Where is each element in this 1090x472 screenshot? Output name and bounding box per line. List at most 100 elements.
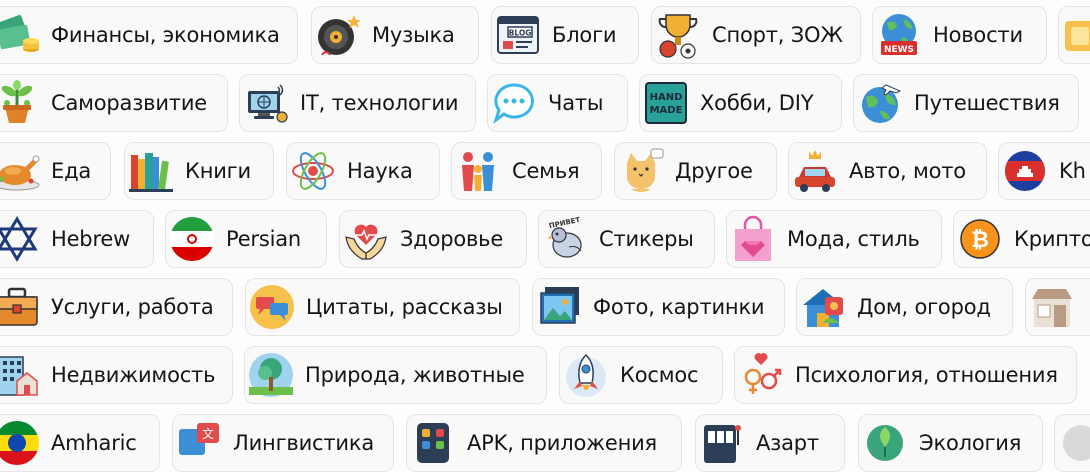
shopping-bag-diamond-icon bbox=[727, 213, 779, 265]
category-label: Цитаты, рассказы bbox=[306, 295, 503, 319]
plant-pot-icon bbox=[0, 77, 43, 129]
category-sport[interactable]: Спорт, ЗОЖ bbox=[651, 6, 861, 64]
category-it[interactable]: IT, технологии bbox=[239, 74, 476, 132]
category-label: Стикеры bbox=[599, 227, 694, 251]
photos-icon bbox=[533, 281, 585, 333]
trophy-icon bbox=[652, 9, 704, 61]
shop-icon bbox=[1026, 281, 1078, 333]
icon-text: ПРИВЕТ bbox=[548, 216, 581, 230]
partial-icon bbox=[1059, 9, 1090, 61]
category-stickers[interactable]: ПРИВЕТ Стикеры bbox=[538, 210, 715, 268]
gender-hearts-icon bbox=[735, 349, 787, 401]
category-real-estate[interactable]: Недвижимость bbox=[0, 346, 233, 404]
category-fashion[interactable]: Мода, стиль bbox=[726, 210, 942, 268]
category-science[interactable]: Наука bbox=[286, 142, 440, 200]
iran-flag-icon bbox=[166, 213, 218, 265]
category-label: Книги bbox=[185, 159, 251, 183]
category-family[interactable]: Семья bbox=[451, 142, 602, 200]
svg-text:₿: ₿ bbox=[971, 228, 989, 253]
category-psychology[interactable]: Психология, отношения bbox=[734, 346, 1077, 404]
category-label: Психология, отношения bbox=[795, 363, 1058, 387]
books-icon bbox=[125, 145, 177, 197]
category-nature[interactable]: Природа, животные bbox=[244, 346, 547, 404]
category-news[interactable]: NEWS Новости bbox=[872, 6, 1047, 64]
category-hobby[interactable]: HAND MADE Хобби, DIY bbox=[639, 74, 842, 132]
car-crown-icon bbox=[789, 145, 841, 197]
category-blogs[interactable]: BLOG Блоги bbox=[491, 6, 639, 64]
buildings-icon bbox=[0, 349, 43, 401]
translate-icon: 文 bbox=[173, 417, 225, 469]
category-chats[interactable]: Чаты bbox=[487, 74, 628, 132]
category-finance[interactable]: Финансы, экономика bbox=[0, 6, 298, 64]
category-ecology[interactable]: Экология bbox=[858, 414, 1043, 472]
category-label: Amharic bbox=[51, 431, 137, 455]
roast-chicken-icon bbox=[0, 145, 43, 197]
category-services[interactable]: Услуги, работа bbox=[0, 278, 233, 336]
vinyl-record-icon bbox=[312, 9, 364, 61]
category-photos[interactable]: Фото, картинки bbox=[532, 278, 785, 336]
rocket-icon bbox=[560, 349, 612, 401]
apps-icon bbox=[407, 417, 459, 469]
blog-browser-icon: BLOG bbox=[492, 9, 544, 61]
icon-text: MADE bbox=[650, 105, 683, 116]
category-self-development[interactable]: Саморазвитие bbox=[0, 74, 228, 132]
category-label: Финансы, экономика bbox=[51, 23, 280, 47]
category-label: Космос bbox=[620, 363, 699, 387]
category-shop[interactable] bbox=[1025, 278, 1090, 336]
category-food[interactable]: Еда bbox=[0, 142, 111, 200]
cat-icon bbox=[615, 145, 667, 197]
category-partial-7[interactable] bbox=[1054, 414, 1090, 472]
cambodia-flag-icon bbox=[999, 145, 1051, 197]
category-quotes[interactable]: Цитаты, рассказы bbox=[245, 278, 520, 336]
category-label: Наука bbox=[347, 159, 413, 183]
category-hebrew[interactable]: Hebrew bbox=[0, 210, 154, 268]
category-label: Саморазвитие bbox=[51, 91, 208, 115]
slot-machine-icon bbox=[696, 417, 748, 469]
money-icon bbox=[0, 9, 43, 61]
globe-plane-icon bbox=[854, 77, 906, 129]
category-label: Мода, стиль bbox=[787, 227, 920, 251]
heart-hands-icon bbox=[340, 213, 392, 265]
category-label: Здоровье bbox=[400, 227, 504, 251]
category-books[interactable]: Книги bbox=[124, 142, 274, 200]
category-label: Путешествия bbox=[914, 91, 1060, 115]
category-auto[interactable]: Авто, мото bbox=[788, 142, 987, 200]
category-label: Экология bbox=[919, 431, 1022, 455]
icon-text: 文 bbox=[202, 426, 214, 441]
ethiopia-flag-icon bbox=[0, 417, 43, 469]
eco-globe-icon bbox=[859, 417, 911, 469]
category-label: Услуги, работа bbox=[51, 295, 214, 319]
house-garden-icon bbox=[797, 281, 849, 333]
category-label: Крипто bbox=[1014, 227, 1090, 251]
news-globe-icon: NEWS bbox=[873, 9, 925, 61]
category-label: Хобби, DIY bbox=[700, 91, 814, 115]
category-label: Недвижимость bbox=[51, 363, 216, 387]
icon-text: NEWS bbox=[884, 45, 914, 55]
category-health[interactable]: Здоровье bbox=[339, 210, 527, 268]
category-other[interactable]: Другое bbox=[614, 142, 777, 200]
category-label: Спорт, ЗОЖ bbox=[712, 23, 843, 47]
category-label: Еда bbox=[51, 159, 92, 183]
category-space[interactable]: Космос bbox=[559, 346, 723, 404]
category-label: Авто, мото bbox=[849, 159, 966, 183]
category-label: Дом, огород bbox=[857, 295, 991, 319]
category-apps[interactable]: APK, приложения bbox=[406, 414, 682, 472]
quote-bubbles-icon bbox=[246, 281, 298, 333]
category-persian[interactable]: Persian bbox=[165, 210, 327, 268]
category-music[interactable]: Музыка bbox=[311, 6, 479, 64]
category-label: Kh bbox=[1059, 159, 1086, 183]
category-linguistics[interactable]: 文 Лингвистика bbox=[172, 414, 394, 472]
category-label: IT, технологии bbox=[300, 91, 459, 115]
category-gambling[interactable]: Азарт bbox=[695, 414, 845, 472]
category-crypto[interactable]: ₿ Крипто bbox=[953, 210, 1090, 268]
partial-icon bbox=[1055, 417, 1090, 469]
category-label: Азарт bbox=[756, 431, 819, 455]
category-partial[interactable] bbox=[1058, 6, 1090, 64]
computer-network-icon bbox=[240, 77, 292, 129]
category-amharic[interactable]: Amharic bbox=[0, 414, 160, 472]
star-of-david-icon bbox=[0, 213, 43, 265]
category-home[interactable]: Дом, огород bbox=[796, 278, 1013, 336]
category-khmer[interactable]: Kh bbox=[998, 142, 1090, 200]
briefcase-icon bbox=[0, 281, 43, 333]
category-travel[interactable]: Путешествия bbox=[853, 74, 1079, 132]
